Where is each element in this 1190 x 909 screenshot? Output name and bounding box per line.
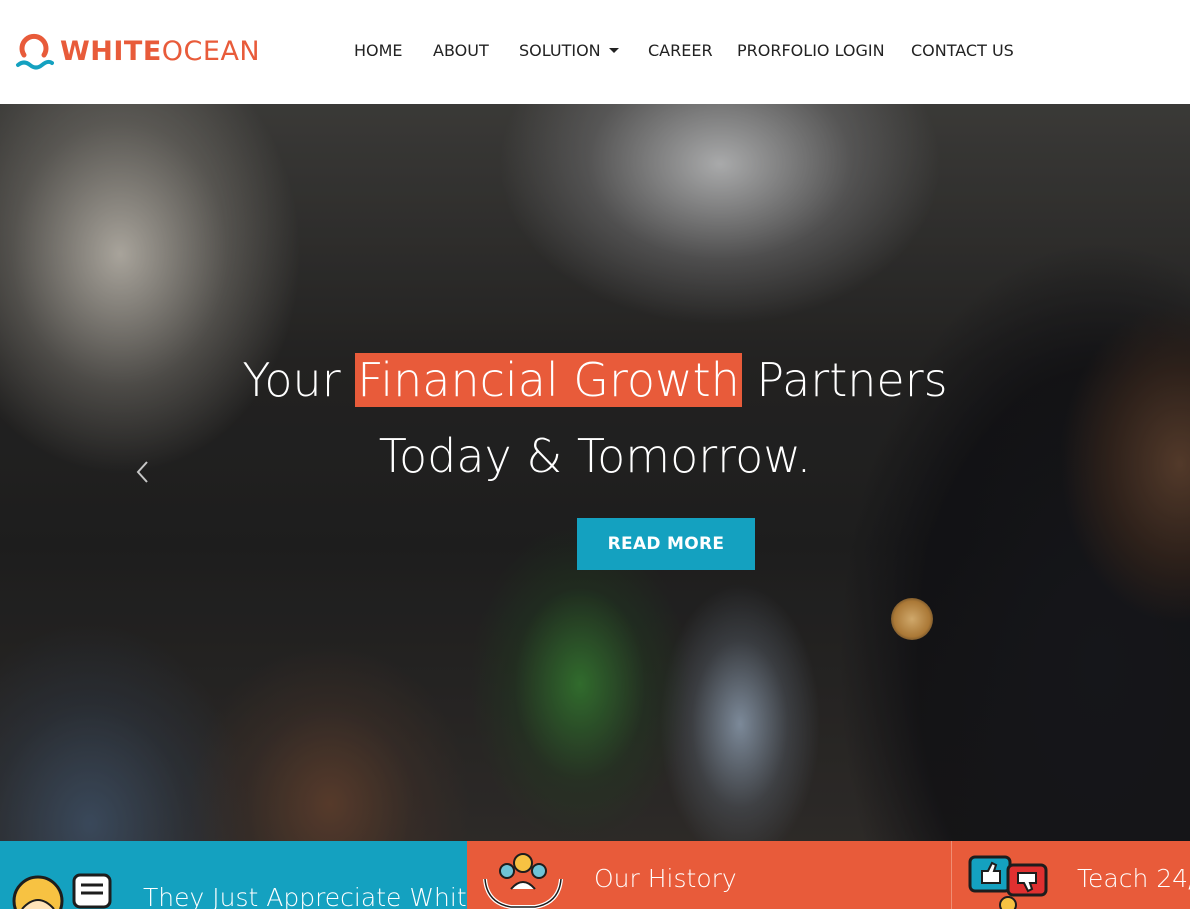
hero-headline-suffix: Partners [741, 353, 948, 407]
tile-teach-text: Teach 24/ [1077, 864, 1190, 893]
nav-portfolio-login[interactable]: PRORFOLIO LOGIN [737, 40, 885, 62]
hero-headline-line2: Today & Tomorrow. [378, 429, 812, 483]
site-header: WHITEOCEAN HOME ABOUT SOLUTION CAREER PR… [0, 0, 1190, 104]
hero-carousel: Your Financial Growth Partners Today & T… [0, 104, 1190, 841]
hero-headline-line1: Your Financial Growth Partners [0, 344, 1190, 416]
tile-our-history[interactable]: Our History [467, 841, 951, 909]
feedback-thumbs-icon [968, 855, 1052, 909]
brand-name: WHITEOCEAN [60, 38, 260, 65]
logo-omega-icon [14, 29, 54, 73]
tile-teach[interactable]: Teach 24/ [951, 841, 1190, 909]
hero-headline-prefix: Your [242, 353, 356, 407]
tile-testimonials[interactable]: They Just Appreciate White [0, 841, 467, 909]
team-hands-icon [481, 849, 565, 909]
feature-tiles: They Just Appreciate White Our History T… [0, 841, 1190, 909]
nav-contact-us[interactable]: CONTACT US [911, 40, 1014, 62]
tile-our-history-text: Our History [594, 864, 737, 893]
brand-name-bold: WHITE [60, 35, 162, 67]
testimonial-chat-icon [8, 869, 116, 909]
caret-down-icon [608, 48, 619, 53]
nav-career[interactable]: CAREER [648, 40, 713, 62]
brand-name-light: OCEAN [161, 35, 261, 67]
nav-home[interactable]: HOME [354, 40, 403, 62]
tile-testimonials-text: They Just Appreciate White [143, 883, 467, 909]
brand-logo[interactable]: WHITEOCEAN [14, 28, 260, 74]
hero-headline-highlight: Financial Growth [355, 353, 742, 407]
nav-about[interactable]: ABOUT [433, 40, 489, 62]
nav-solution[interactable]: SOLUTION [519, 40, 619, 62]
read-more-button[interactable]: READ MORE [577, 518, 755, 570]
background-light-bokeh [891, 598, 933, 640]
nav-solution-label: SOLUTION [519, 41, 601, 60]
